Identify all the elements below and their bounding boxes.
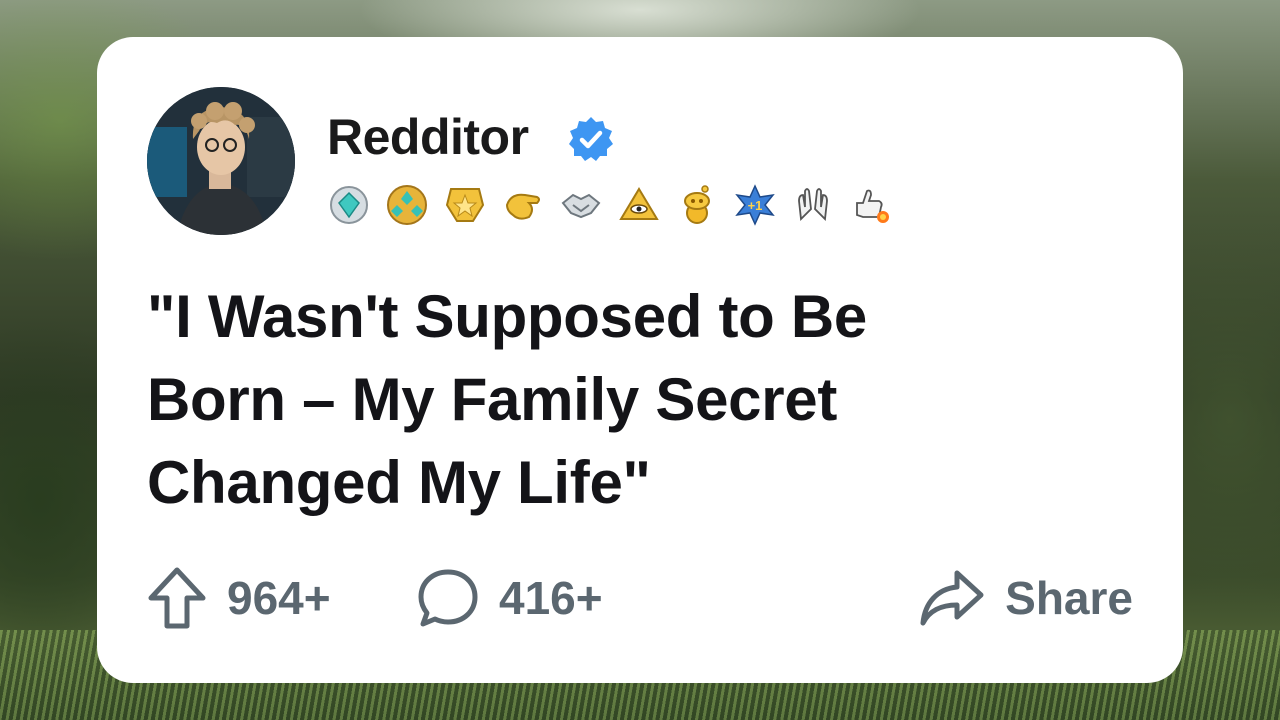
gem-cluster-award-icon[interactable]: [385, 183, 429, 227]
share-button[interactable]: Share: [919, 563, 1133, 633]
gold-snoo-award-icon[interactable]: [675, 183, 719, 227]
username[interactable]: Redditor: [327, 107, 529, 167]
awards-row: +1: [327, 183, 893, 227]
post-title-line-2: Born – My Family Secret: [147, 366, 838, 433]
silver-gem-award-icon[interactable]: [327, 183, 371, 227]
comments-button[interactable]: 416+: [417, 563, 603, 633]
comment-count: 416+: [499, 572, 603, 624]
comment-bubble-icon: [418, 569, 478, 627]
pointing-hand-award-icon[interactable]: [501, 183, 545, 227]
post-card: Redditor +1 "I Wasn't Supposed to Be Bor…: [97, 37, 1183, 683]
avatar-illustration: [147, 87, 295, 235]
handshake-award-icon[interactable]: [559, 183, 603, 227]
share-label: Share: [1005, 572, 1133, 624]
thumbs-up-rocket-award-icon[interactable]: [849, 183, 893, 227]
clapping-hands-award-icon[interactable]: [791, 183, 835, 227]
verified-badge-icon: [569, 117, 613, 161]
upvote-button[interactable]: 964+: [147, 563, 331, 633]
post-actions-bar: 964+ 416+ Share: [147, 563, 1133, 633]
upvote-count: 964+: [227, 572, 331, 624]
gold-star-award-icon[interactable]: [443, 183, 487, 227]
post-title[interactable]: "I Wasn't Supposed to Be Born – My Famil…: [147, 275, 1107, 524]
upvote-arrow-icon: [148, 567, 206, 629]
post-title-line-1: "I Wasn't Supposed to Be: [147, 283, 867, 350]
avatar[interactable]: [147, 87, 295, 235]
pyramid-eye-award-icon[interactable]: [617, 183, 661, 227]
svg-text:+1: +1: [748, 198, 763, 213]
plus-one-award-icon[interactable]: +1: [733, 183, 777, 227]
post-title-line-3: Changed My Life": [147, 449, 651, 516]
share-arrow-icon: [920, 570, 984, 626]
